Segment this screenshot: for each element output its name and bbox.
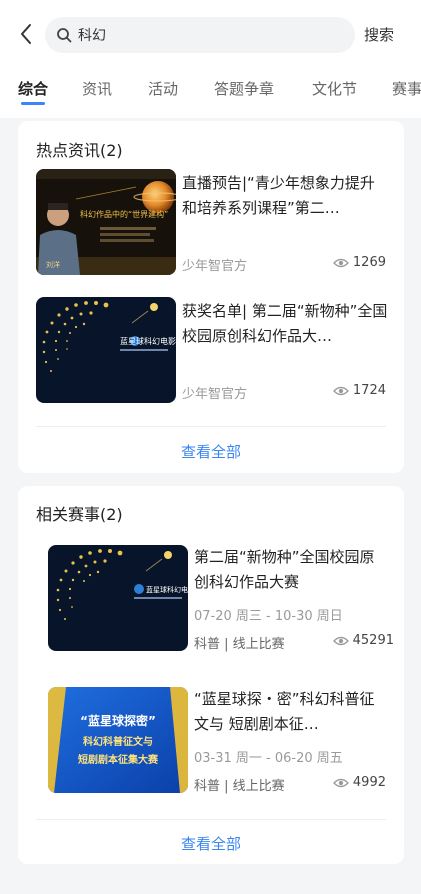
tab-culture-festival[interactable]: 文化节 [312,78,357,99]
search-icon [55,26,73,44]
active-tab-indicator [21,102,45,105]
news-source: 少年智官方 [182,259,248,274]
view-count-value: 4992 [352,775,386,790]
event-tags: 科普 | 线上比赛 [194,779,285,794]
thumb-caption: 科幻作品中的“世界建构” [80,209,168,219]
category-tabs: 综合 资讯 活动 答题争章 文化节 赛事 [0,72,421,108]
view-all-news-link[interactable]: 查看全部 [18,441,404,462]
back-button[interactable] [12,20,40,48]
news-source: 少年智官方 [182,387,248,402]
news-item[interactable]: 蓝星球科幻电影 获奖名单| 第二届“新物种”全国校园原创科幻作品大… 少年智官方… [36,297,388,403]
news-thumbnail: 蓝星球科幻电影 [36,297,176,403]
hot-news-heading: 热点资讯(2) [36,141,123,160]
thumb-brand: 蓝星球科幻电影 [120,336,176,346]
view-count: 4992 [332,775,386,790]
search-bar[interactable] [45,17,355,53]
view-all-events-link[interactable]: 查看全部 [18,833,404,854]
poster-subline: 短剧剧本征集大赛 [78,753,159,766]
news-title: 获奖名单| 第二届“新物种”全国校园原创科幻作品大… [182,302,388,345]
hot-news-card: 热点资讯(2) 科幻作品中的“世界建构” 刘洋 直播预告|“青少年想象力提升和培… [18,121,404,473]
event-thumbnail: “蓝星球探密” 科幻科普征文与 短剧剧本征集大赛 [48,687,188,793]
event-tags: 科普 | 线上比赛 [194,637,285,652]
related-events-card: 相关赛事(2) 蓝星球科幻电影 [18,486,404,864]
view-count: 45291 [332,633,394,648]
event-title: 第二届“新物种”全国校园原创科幻作品大赛 [194,548,375,591]
divider [36,819,386,820]
top-bar: 搜索 综合 资讯 活动 答题争章 文化节 赛事 [0,0,421,118]
tab-activities[interactable]: 活动 [148,78,178,99]
eye-icon [332,258,349,267]
chevron-left-icon [21,24,31,44]
events-heading: 相关赛事(2) [36,505,123,524]
view-count: 1269 [332,255,386,270]
event-thumbnail: 蓝星球科幻电影 [48,545,188,651]
tab-competitions[interactable]: 赛事 [392,78,421,99]
event-item[interactable]: “蓝星球探密” 科幻科普征文与 短剧剧本征集大赛 “蓝星球探・密”科幻科普征文与… [48,687,386,795]
event-title: “蓝星球探・密”科幻科普征文与 短剧剧本征… [194,690,375,733]
event-date-range: 03-31 周一 - 06-20 周五 [194,751,343,766]
news-item[interactable]: 科幻作品中的“世界建构” 刘洋 直播预告|“青少年想象力提升和培养系列课程”第二… [36,169,386,275]
search-button[interactable]: 搜索 [364,24,394,45]
divider [36,426,386,427]
view-count-value: 45291 [352,633,394,648]
eye-icon [332,636,349,645]
tab-news[interactable]: 资讯 [82,78,112,99]
view-count: 1724 [332,383,386,398]
news-thumbnail: 科幻作品中的“世界建构” 刘洋 [36,169,176,275]
poster-headline: “蓝星球探密” [80,713,156,728]
view-count-value: 1724 [352,383,386,398]
tab-quiz-badges[interactable]: 答题争章 [214,78,274,99]
eye-icon [332,778,349,787]
event-date-range: 07-20 周三 - 10-30 周日 [194,609,343,624]
thumb-brand: 蓝星球科幻电影 [146,585,188,594]
eye-icon [332,386,349,395]
poster-subline: 科幻科普征文与 [83,735,153,748]
tab-overall[interactable]: 综合 [18,78,48,99]
news-title: 直播预告|“青少年想象力提升和培养系列课程”第二… [182,174,375,217]
event-item[interactable]: 蓝星球科幻电影 第二届“新物种”全国校园原创科幻作品大赛 07-20 周三 - … [48,545,394,653]
thumb-speaker: 刘洋 [46,260,60,269]
view-count-value: 1269 [352,255,386,270]
search-input[interactable] [78,27,318,43]
